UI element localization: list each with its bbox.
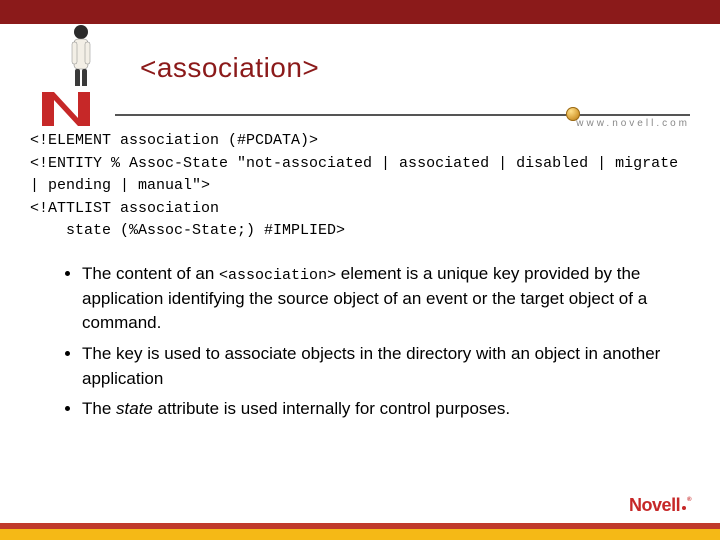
header-url: www.novell.com: [576, 118, 690, 129]
inline-code: <association>: [219, 267, 336, 284]
bullet-text: The key is used to associate objects in …: [82, 344, 660, 388]
title-underline: [115, 114, 690, 116]
slide-header: <association> www.novell.com: [0, 24, 720, 124]
emphasized-term: state: [116, 399, 153, 418]
bullet-text: The: [82, 399, 116, 418]
list-item: The key is used to associate objects in …: [82, 342, 684, 391]
list-item: The state attribute is used internally f…: [82, 397, 684, 422]
dtd-code-block: <!ELEMENT association (#PCDATA)> <!ENTIT…: [30, 130, 690, 243]
top-red-bar: [0, 0, 720, 24]
code-line: <!ENTITY % Assoc-State "not-associated |…: [30, 155, 687, 195]
code-line: state (%Assoc-State;) #IMPLIED>: [30, 222, 345, 239]
bullet-text: attribute is used internally for control…: [153, 399, 510, 418]
code-line: <!ELEMENT association (#PCDATA)>: [30, 132, 318, 149]
list-item: The content of an <association> element …: [82, 262, 684, 336]
novell-n-logo: [36, 86, 96, 130]
bullet-list: The content of an <association> element …: [62, 262, 684, 428]
footer-yellow-stripe: [0, 529, 720, 540]
slide-title: <association>: [140, 52, 319, 84]
registered-mark-icon: ®: [687, 497, 691, 503]
code-line: <!ATTLIST association: [30, 200, 219, 217]
footer-bar: [0, 508, 720, 540]
bullet-text: The content of an: [82, 264, 219, 283]
